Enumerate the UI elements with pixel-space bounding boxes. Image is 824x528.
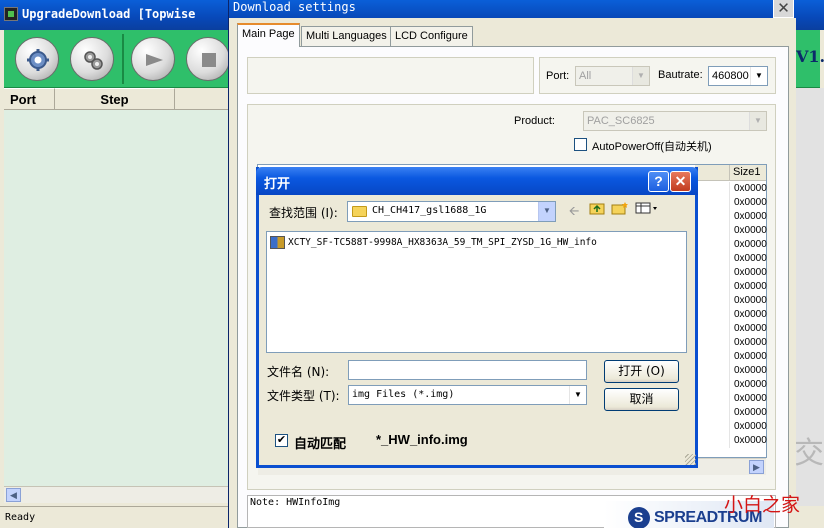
- file-list[interactable]: XCTY_SF-TC588T-9998A_HX8363A_59_TM_SPI_Z…: [266, 231, 687, 353]
- table-cell: 0x0000: [729, 238, 767, 252]
- watermark-text: 小白之家: [724, 494, 801, 516]
- table-cell: 0x0000: [729, 322, 767, 336]
- table-cell: 0x0000: [729, 420, 767, 434]
- product-value: PAC_SC6825: [587, 115, 655, 127]
- close-icon[interactable]: ✕: [773, 0, 794, 18]
- table-cell: 0x0000: [729, 252, 767, 266]
- filename-input[interactable]: [348, 360, 587, 380]
- app-icon: [4, 7, 18, 21]
- filetype-label: 文件类型 (T):: [267, 389, 340, 403]
- chevron-down-icon: ▼: [750, 67, 767, 85]
- table-cell: 0x0000: [729, 224, 767, 238]
- size-column: 0x0000 0x0000 0x0000 0x0000 0x0000 0x000…: [729, 182, 767, 448]
- auto-match-checkbox[interactable]: ✔: [275, 434, 288, 447]
- column-header-step[interactable]: Step: [55, 88, 175, 110]
- version-label: V1.: [796, 47, 824, 66]
- close-icon[interactable]: ✕: [670, 171, 691, 192]
- table-cell: 0x0000: [729, 196, 767, 210]
- load-packet-button[interactable]: [15, 37, 59, 81]
- status-text: Ready: [5, 512, 36, 523]
- baudrate-label: Bautrate:: [658, 69, 703, 81]
- cancel-button[interactable]: 取消: [604, 388, 679, 411]
- options-group: [247, 57, 534, 94]
- table-cell: 0x0000: [729, 336, 767, 350]
- gear-icon: [27, 49, 49, 71]
- table-cell: 0x0000: [729, 434, 767, 448]
- image-file-icon: [270, 236, 285, 249]
- spreadtrum-logo-icon: [628, 507, 650, 528]
- auto-match-pattern: *_HW_info.img: [376, 432, 468, 447]
- main-horizontal-scrollbar[interactable]: ◀: [4, 486, 230, 503]
- auto-match-label: 自动匹配: [294, 437, 347, 452]
- column-header-size[interactable]: Size1: [729, 165, 766, 181]
- table-cell: 0x0000: [729, 308, 767, 322]
- stop-button[interactable]: [186, 37, 230, 81]
- port-group: Port: All ▼ Bautrate: 460800 ▼: [539, 57, 776, 94]
- open-dialog-title: 打开: [264, 177, 291, 192]
- settings-title: Download settings: [233, 0, 356, 14]
- port-value: All: [579, 70, 592, 82]
- baudrate-value: 460800: [712, 70, 749, 82]
- table-cell: 0x0000: [729, 350, 767, 364]
- filename-label: 文件名 (N):: [267, 365, 330, 379]
- new-folder-icon[interactable]: [611, 201, 629, 221]
- main-window-title: UpgradeDownload [Topwise: [22, 7, 196, 21]
- table-cell: 0x0000: [729, 280, 767, 294]
- table-cell: 0x0000: [729, 182, 767, 196]
- settings-titlebar: Download settings: [229, 0, 797, 18]
- look-in-select[interactable]: CH_CH417_gsl1688_1G ▼: [347, 201, 556, 222]
- table-cell: 0x0000: [729, 210, 767, 224]
- column-header[interactable]: [695, 165, 729, 181]
- tab-main-page[interactable]: Main Page: [237, 23, 300, 47]
- table-cell: 0x0000: [729, 294, 767, 308]
- up-folder-icon[interactable]: [588, 201, 606, 221]
- filetype-select[interactable]: img Files (*.img) ▼: [348, 385, 587, 405]
- statusbar: Ready: [0, 506, 232, 528]
- port-label: Port:: [546, 70, 570, 82]
- product-select[interactable]: PAC_SC6825 ▼: [583, 111, 767, 131]
- table-cell: 0x0000: [729, 266, 767, 280]
- settings-button[interactable]: [70, 37, 114, 81]
- table-cell: 0x0000: [729, 364, 767, 378]
- open-file-dialog: 打开 ? ✕ 查找范围 (I): CH_CH417_gsl1688_1G ▼ 🡨…: [256, 167, 698, 468]
- tab-multi-languages[interactable]: Multi Languages: [301, 26, 392, 46]
- look-in-value: CH_CH417_gsl1688_1G: [372, 205, 487, 216]
- scroll-left-icon[interactable]: ◀: [6, 488, 21, 502]
- open-dialog-titlebar: 打开 ? ✕: [256, 167, 698, 195]
- gears-icon: [84, 51, 103, 70]
- back-arrow-icon[interactable]: 🡨: [566, 201, 582, 221]
- chevron-down-icon: ▼: [569, 386, 586, 404]
- column-header-port[interactable]: Port: [4, 88, 55, 110]
- file-name: XCTY_SF-TC588T-9998A_HX8363A_59_TM_SPI_Z…: [288, 237, 597, 248]
- table-cell: 0x0000: [729, 406, 767, 420]
- port-table-header: Port Step: [4, 88, 230, 110]
- open-button[interactable]: 打开 (O): [604, 360, 679, 383]
- note-text: Note: HWInfoImg: [250, 497, 341, 508]
- table-cell: 0x0000: [729, 378, 767, 392]
- scroll-right-icon[interactable]: ▶: [749, 460, 764, 474]
- tab-lcd-configure[interactable]: LCD Configure: [390, 26, 473, 46]
- play-icon: [146, 54, 163, 66]
- resize-grip-icon[interactable]: [685, 454, 696, 465]
- table-cell: 0x0000: [729, 392, 767, 406]
- autopoweroff-checkbox[interactable]: [574, 138, 587, 151]
- watermark-glyph: 交: [794, 436, 824, 471]
- toolbar-separator: [122, 34, 124, 84]
- autopoweroff-label: AutoPowerOff(自动关机): [592, 141, 712, 153]
- view-menu-icon[interactable]: [634, 201, 660, 221]
- stop-icon: [202, 53, 216, 67]
- help-icon[interactable]: ?: [648, 171, 669, 192]
- chevron-down-icon: ▼: [632, 67, 649, 85]
- look-in-label: 查找范围 (I):: [269, 206, 338, 220]
- folder-icon: [352, 206, 367, 217]
- port-table-body: [4, 110, 230, 486]
- start-button[interactable]: [131, 37, 175, 81]
- chevron-down-icon: ▼: [538, 202, 555, 221]
- baudrate-select[interactable]: 460800 ▼: [708, 66, 768, 86]
- port-select[interactable]: All ▼: [575, 66, 650, 86]
- chevron-down-icon: ▼: [749, 112, 766, 130]
- product-label: Product:: [514, 115, 555, 127]
- filetype-value: img Files (*.img): [352, 389, 455, 400]
